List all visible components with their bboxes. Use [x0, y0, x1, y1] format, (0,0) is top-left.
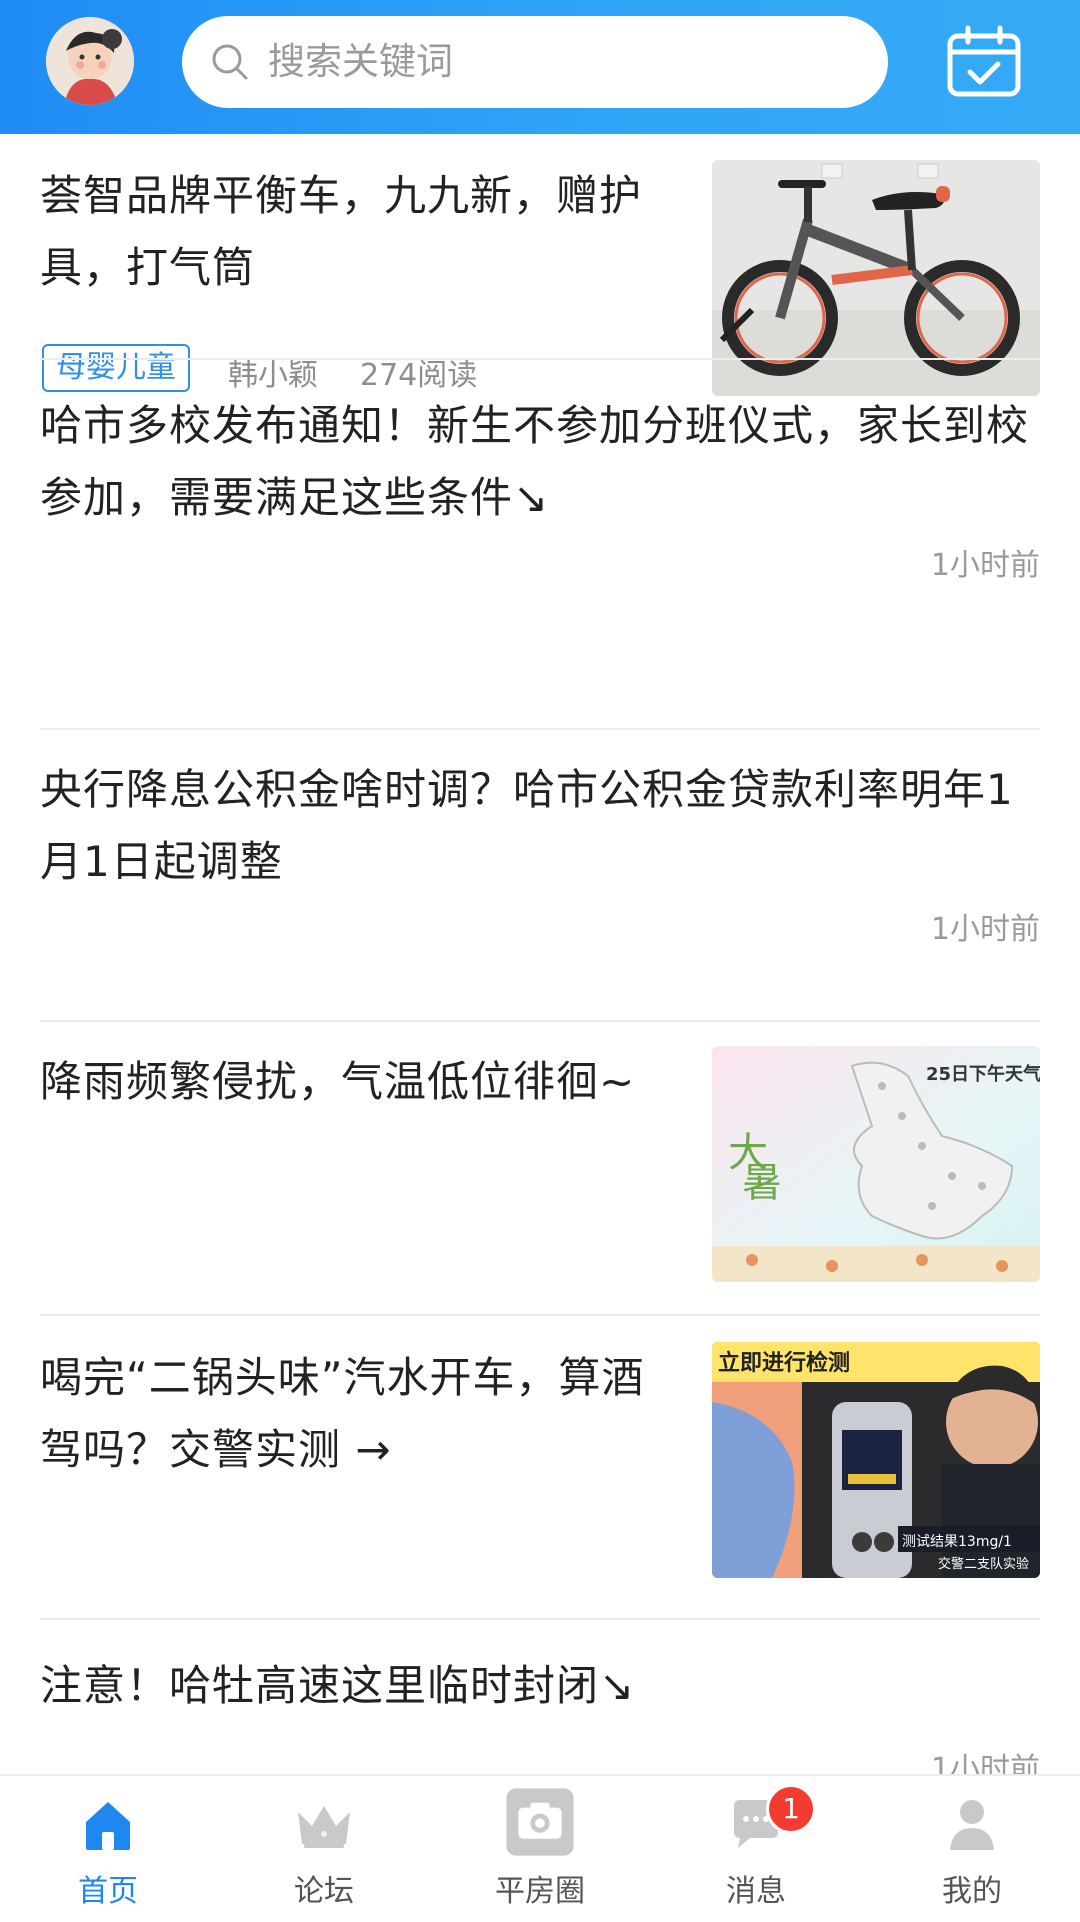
- tab-label: 我的: [942, 1874, 1002, 1909]
- top-bar: 搜索关键词: [0, 0, 1080, 134]
- publish-time: 1小时前: [930, 548, 1040, 583]
- read-count: 274阅读: [360, 358, 478, 393]
- author-name: 韩小颖: [228, 358, 318, 393]
- balance-bike-image: [712, 160, 1040, 396]
- tab-messages[interactable]: 1 消息: [648, 1776, 864, 1922]
- tab-label: 论坛: [294, 1874, 354, 1909]
- tab-pingfang-circle[interactable]: 平房圈: [432, 1776, 648, 1922]
- weather-map-image: 25日下午天气 大 暑: [712, 1046, 1040, 1282]
- unread-badge: 1: [766, 1784, 816, 1834]
- bottom-tab-bar: 首页 论坛 平房圈 1 消息 我的: [0, 1774, 1080, 1922]
- thumbnail-image[interactable]: 25日下午天气 大 暑: [712, 1046, 1040, 1282]
- list-item[interactable]: 荟智品牌平衡车，九九新，赠护具，打气筒 母婴儿童 韩小颖 274阅读: [40, 160, 1040, 396]
- crown-icon: [298, 1806, 350, 1848]
- video-caption-source: 交警二支队实验: [938, 1556, 1029, 1572]
- list-item[interactable]: 央行降息公积金啥时调？哈市公积金贷款利率明年1月1日起调整 1小时前: [40, 754, 1040, 947]
- search-bar[interactable]: 搜索关键词: [182, 16, 888, 108]
- tab-home[interactable]: 首页: [0, 1776, 216, 1922]
- publish-time: 1小时前: [930, 1752, 1040, 1774]
- divider: [40, 1618, 1040, 1620]
- tab-profile[interactable]: 我的: [864, 1776, 1080, 1922]
- divider: [40, 1020, 1040, 1022]
- divider: [40, 1314, 1040, 1316]
- thumbnail-image[interactable]: 立即进行检测 测试结果13mg/1 交警二支队实验: [712, 1342, 1040, 1578]
- publish-time: 1小时前: [930, 912, 1040, 947]
- list-item[interactable]: 降雨频繁侵扰，气温低位徘徊~ 25日下午天气 大 暑: [40, 1046, 1040, 1282]
- tab-label: 首页: [78, 1874, 138, 1909]
- item-title: 哈市多校发布通知！新生不参加分班仪式，家长到校参加，需要满足这些条件↘: [40, 401, 1030, 522]
- video-caption-result: 测试结果13mg/1: [902, 1534, 1012, 1550]
- item-title: 荟智品牌平衡车，九九新，赠护具，打气筒: [40, 171, 643, 292]
- list-item[interactable]: 哈市多校发布通知！新生不参加分班仪式，家长到校参加，需要满足这些条件↘ 1小时前: [40, 390, 1040, 583]
- user-icon: [950, 1800, 994, 1850]
- tab-label: 消息: [726, 1874, 786, 1909]
- list-item[interactable]: 喝完“二锅头味”汽水开车，算酒驾吗？交警实测 → 立即进行检测 测试结果13mg…: [40, 1342, 1040, 1578]
- category-tag[interactable]: 母婴儿童: [42, 344, 190, 392]
- divider: [40, 728, 1040, 730]
- divider: [40, 358, 1040, 360]
- search-icon: [212, 44, 248, 80]
- weather-map-caption: 25日下午天气: [926, 1063, 1040, 1085]
- item-title: 降雨频繁侵扰，气温低位徘徊~: [40, 1057, 636, 1106]
- tab-label: 平房圈: [495, 1874, 585, 1909]
- calendar-checkin-icon[interactable]: [944, 22, 1024, 102]
- item-title: 喝完“二锅头味”汽水开车，算酒驾吗？交警实测 →: [40, 1353, 645, 1474]
- home-icon: [86, 1802, 130, 1850]
- item-title: 央行降息公积金啥时调？哈市公积金贷款利率明年1月1日起调整: [40, 765, 1014, 886]
- avatar[interactable]: [46, 17, 134, 105]
- avatar-image: [46, 17, 134, 105]
- item-title: 注意！哈牡高速这里临时封闭↘: [40, 1661, 636, 1710]
- news-feed: 荟智品牌平衡车，九九新，赠护具，打气筒 母婴儿童 韩小颖 274阅读 哈市多校发…: [0, 134, 1080, 1774]
- breathalyzer-image: 立即进行检测 测试结果13mg/1 交警二支队实验: [712, 1342, 1040, 1578]
- video-caption-top: 立即进行检测: [718, 1350, 850, 1376]
- list-item[interactable]: 注意！哈牡高速这里临时封闭↘ 1小时前: [40, 1650, 1040, 1774]
- camera-icon: [506, 1788, 574, 1856]
- svg-text:暑: 暑: [742, 1160, 782, 1206]
- tab-forum[interactable]: 论坛: [216, 1776, 432, 1922]
- search-placeholder: 搜索关键词: [268, 40, 453, 83]
- thumbnail-image[interactable]: [712, 160, 1040, 396]
